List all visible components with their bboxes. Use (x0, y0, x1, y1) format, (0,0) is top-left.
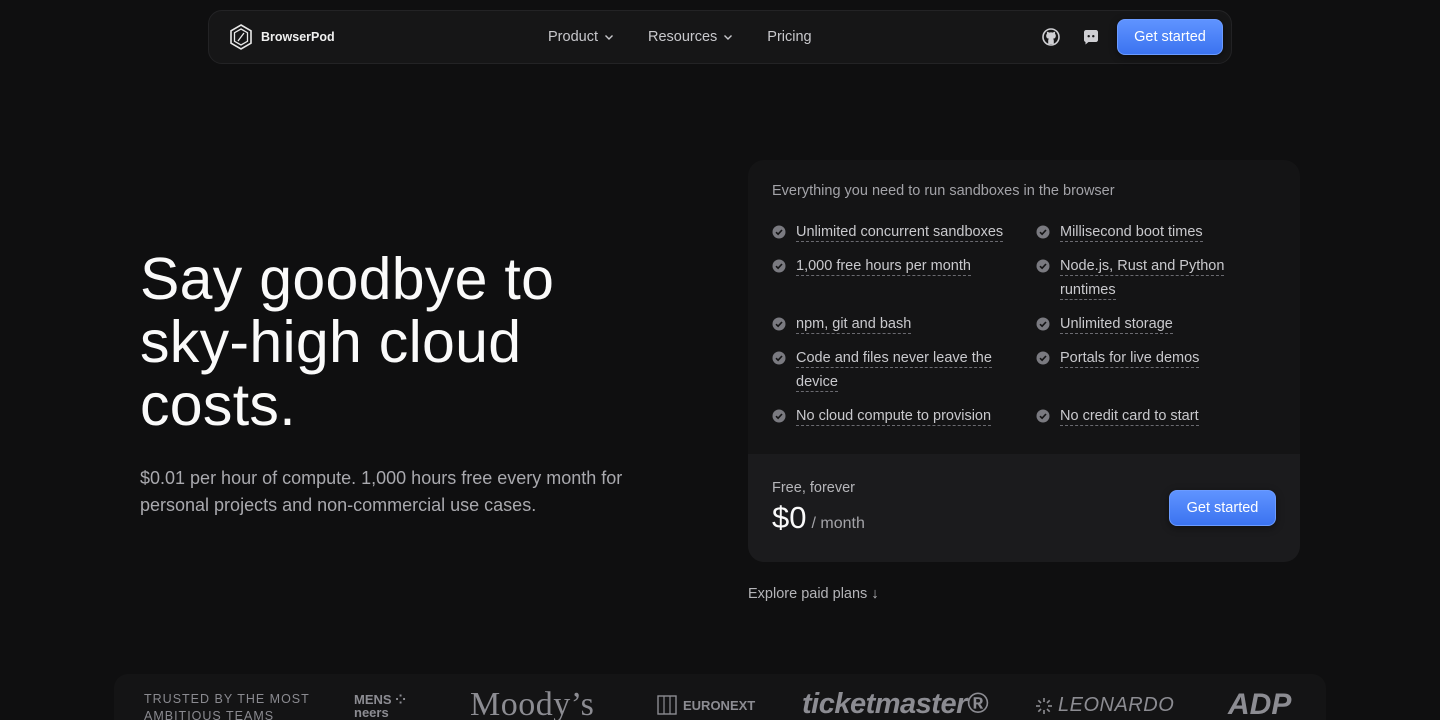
ticketmaster-logo: ticketmaster® (802, 688, 988, 720)
price-period: / month (811, 515, 865, 532)
chevron-down-icon (724, 35, 733, 40)
hero-title: Say goodbye to sky-high cloud costs. (140, 246, 555, 438)
feature-item: No credit card to start (1036, 408, 1276, 428)
browserpod-logo-icon (230, 24, 252, 50)
check-circle-icon (1036, 351, 1050, 365)
nav-item-pricing[interactable]: Pricing (767, 29, 811, 45)
price-amount: $0 (772, 500, 807, 535)
feature-item: Unlimited concurrent sandboxes (772, 224, 1012, 244)
euronext-logo: EURONEXT (656, 694, 755, 716)
feature-text[interactable]: npm, git and bash (796, 316, 912, 334)
check-circle-icon (1036, 225, 1050, 239)
feature-item: Millisecond boot times (1036, 224, 1276, 244)
check-circle-icon (1036, 409, 1050, 423)
feature-item: Unlimited storage (1036, 316, 1276, 336)
top-navbar: BrowserPod Product Resources Pricing Get… (208, 10, 1232, 64)
feature-text[interactable]: Unlimited concurrent sandboxes (796, 224, 1004, 242)
check-circle-icon (772, 225, 786, 239)
feature-item: Node.js, Rust and Python runtimes (1036, 258, 1236, 302)
moodys-logo: Moody’s (470, 686, 595, 720)
plan-get-started-button[interactable]: Get started (1169, 490, 1276, 526)
plan-card-heading: Everything you need to run sandboxes in … (772, 183, 1115, 199)
nav-item-label: Resources (647, 29, 718, 45)
feature-item: npm, git and bash (772, 316, 1012, 336)
brand[interactable]: BrowserPod (229, 24, 335, 50)
nav-item-label: Pricing (767, 29, 812, 45)
brand-name: BrowserPod (261, 30, 335, 44)
euronext-mark-icon (657, 695, 677, 715)
siemens-logo: MENS ⁘ neers (354, 692, 407, 720)
feature-item: Portals for live demos (1036, 350, 1276, 370)
feature-text[interactable]: No cloud compute to provision (796, 408, 992, 426)
check-circle-icon (772, 351, 786, 365)
check-circle-icon (1036, 259, 1050, 273)
check-circle-icon (772, 259, 786, 273)
adp-logo: ADP (1228, 688, 1292, 720)
check-circle-icon (772, 409, 786, 423)
feature-text[interactable]: No credit card to start (1060, 408, 1199, 426)
chevron-down-icon (604, 35, 613, 40)
leonardo-logo: LEONARDO (1034, 694, 1174, 717)
feature-text[interactable]: Portals for live demos (1060, 350, 1200, 368)
check-circle-icon (1036, 317, 1050, 331)
feature-text[interactable]: 1,000 free hours per month (796, 258, 971, 276)
plan-name: Free, forever (772, 480, 855, 496)
hero-subtitle: $0.01 per hour of compute. 1,000 hours f… (140, 468, 623, 515)
page: BrowserPod Product Resources Pricing Get… (0, 0, 1440, 720)
feature-text[interactable]: Unlimited storage (1060, 316, 1173, 334)
nav-item-label: Product (548, 29, 598, 45)
free-plan-card: Everything you need to run sandboxes in … (748, 160, 1300, 562)
trusted-logos-strip: TRUSTED BY THE MOST AMBITIOUS TEAMS MENS… (114, 674, 1326, 720)
feature-text[interactable]: Code and files never leave the device (796, 350, 992, 392)
nav-item-product[interactable]: Product (548, 29, 614, 45)
feature-item: Code and files never leave the device (772, 350, 992, 394)
feature-text[interactable]: Millisecond boot times (1060, 224, 1203, 242)
leonardo-mark-icon (1036, 697, 1052, 714)
feature-item: No cloud compute to provision (772, 408, 1012, 428)
check-circle-icon (772, 317, 786, 331)
plan-card-footer: Free, forever $0 / month Get started (748, 454, 1300, 562)
plan-price: $0 / month (772, 500, 865, 536)
github-icon[interactable] (1041, 27, 1061, 47)
feature-text[interactable]: Node.js, Rust and Python runtimes (1060, 258, 1225, 300)
trusted-label: TRUSTED BY THE MOST AMBITIOUS TEAMS (144, 692, 310, 720)
nav-links: Product Resources Pricing (548, 11, 846, 63)
feature-item: 1,000 free hours per month (772, 258, 1012, 278)
nav-item-resources[interactable]: Resources (648, 29, 733, 45)
nav-get-started-button[interactable]: Get started (1117, 19, 1223, 55)
discord-icon[interactable] (1081, 27, 1101, 47)
explore-paid-plans-link[interactable]: Explore paid plans ↓ (748, 586, 879, 602)
